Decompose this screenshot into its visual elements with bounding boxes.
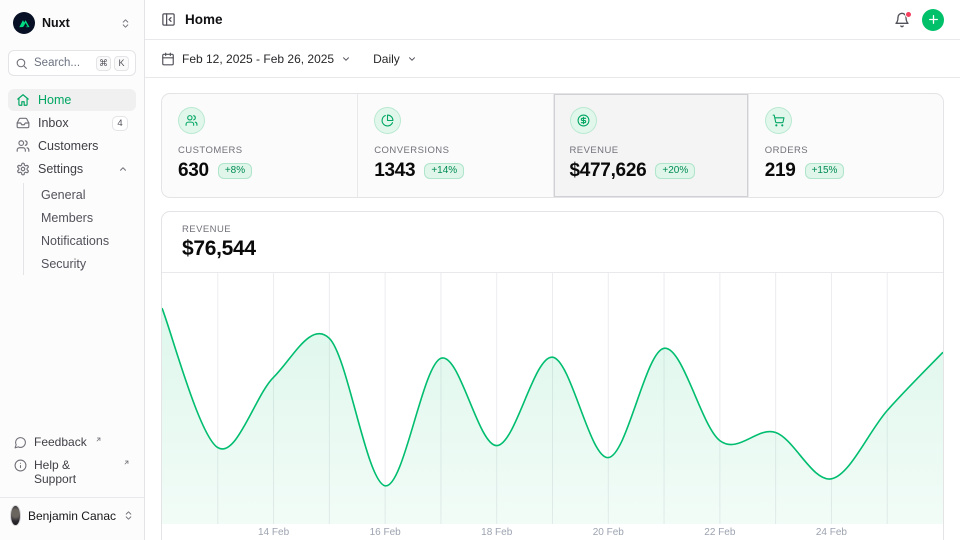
stat-label: CONVERSIONS xyxy=(374,145,536,156)
topbar-actions xyxy=(894,9,944,31)
stat-card-conversions[interactable]: CONVERSIONS 1343 +14% xyxy=(357,94,552,197)
stat-value: 1343 xyxy=(374,160,415,182)
stat-value: 219 xyxy=(765,160,796,182)
x-axis-label: 14 Feb xyxy=(258,527,289,538)
stat-value: $477,626 xyxy=(570,160,647,182)
workspace-name: Nuxt xyxy=(42,16,70,30)
stat-label: ORDERS xyxy=(765,145,927,156)
chevron-down-icon xyxy=(407,54,417,64)
x-axis-label: 22 Feb xyxy=(704,527,735,538)
stats-row: CUSTOMERS 630 +8% CONVERSIONS 1343 +14% xyxy=(161,93,944,198)
stat-delta-badge: +20% xyxy=(655,163,695,179)
chart-value: $76,544 xyxy=(182,237,923,261)
chevron-up-down-icon xyxy=(123,510,134,521)
sidebar-nav: Home Inbox 4 Customers Settings Ge xyxy=(8,89,136,275)
gear-icon xyxy=(16,162,30,176)
workspace-switcher[interactable]: Nuxt xyxy=(8,8,136,38)
search-input[interactable]: Search... ⌘ K xyxy=(8,50,136,76)
sidebar-item-security[interactable]: Security xyxy=(37,252,136,275)
collapse-sidebar-button[interactable] xyxy=(161,12,176,27)
stat-card-customers[interactable]: CUSTOMERS 630 +8% xyxy=(162,94,357,197)
dollar-circle-icon xyxy=(570,107,597,134)
kbd-meta: ⌘ xyxy=(96,56,111,71)
notifications-button[interactable] xyxy=(894,12,910,28)
date-range-value: Feb 12, 2025 - Feb 26, 2025 xyxy=(182,52,334,66)
chevron-down-icon xyxy=(341,54,351,64)
add-button[interactable] xyxy=(922,9,944,31)
info-circle-icon xyxy=(14,459,27,472)
kbd-k: K xyxy=(114,56,129,71)
external-link-icon xyxy=(95,436,102,443)
inbox-icon xyxy=(16,116,30,130)
search-placeholder: Search... xyxy=(34,57,90,69)
granularity-value: Daily xyxy=(373,52,400,66)
x-axis-label: 24 Feb xyxy=(816,527,847,538)
stat-label: REVENUE xyxy=(570,145,732,156)
inbox-count-badge: 4 xyxy=(112,116,128,131)
avatar xyxy=(10,505,21,526)
home-icon xyxy=(16,93,30,107)
shopping-cart-icon xyxy=(765,107,792,134)
sidebar-item-members[interactable]: Members xyxy=(37,206,136,229)
x-axis-label: 18 Feb xyxy=(481,527,512,538)
search-shortcut: ⌘ K xyxy=(96,56,129,71)
calendar-icon xyxy=(161,52,175,66)
stat-delta-badge: +8% xyxy=(218,163,252,179)
pie-chart-icon xyxy=(374,107,401,134)
sidebar-footer: Feedback Help & Support Benjamin Canac xyxy=(8,431,136,532)
external-link-icon xyxy=(123,459,130,466)
granularity-select[interactable]: Daily xyxy=(373,52,417,66)
sidebar-item-notifications[interactable]: Notifications xyxy=(37,229,136,252)
content: CUSTOMERS 630 +8% CONVERSIONS 1343 +14% xyxy=(145,78,960,540)
chevron-up-icon xyxy=(118,164,128,174)
help-support-label: Help & Support xyxy=(34,458,115,486)
feedback-link[interactable]: Feedback xyxy=(8,431,136,453)
notification-dot xyxy=(905,11,912,18)
sidebar-item-label: Inbox xyxy=(38,116,69,130)
stat-value: 630 xyxy=(178,160,209,182)
sidebar-item-label: Settings xyxy=(38,162,83,176)
message-bubble-icon xyxy=(14,436,27,449)
x-axis-label: 16 Feb xyxy=(370,527,401,538)
chart-label: REVENUE xyxy=(182,224,923,235)
plus-icon xyxy=(927,13,940,26)
sidebar-item-home[interactable]: Home xyxy=(8,89,136,111)
stat-delta-badge: +14% xyxy=(424,163,464,179)
user-section: Benjamin Canac xyxy=(0,497,144,528)
sidebar: Nuxt Search... ⌘ K Home Inbox 4 xyxy=(0,0,145,540)
user-menu[interactable]: Benjamin Canac xyxy=(10,505,134,526)
sidebar-item-customers[interactable]: Customers xyxy=(8,135,136,157)
settings-submenu: General Members Notifications Security xyxy=(23,183,136,275)
help-support-link[interactable]: Help & Support xyxy=(8,454,136,490)
area-chart-svg xyxy=(162,273,943,524)
x-axis-label: 20 Feb xyxy=(593,527,624,538)
main-area: Home Feb 12, 2025 - Feb 26, 2025 Daily xyxy=(145,0,960,540)
nuxt-logo-icon xyxy=(13,12,35,34)
stat-card-orders[interactable]: ORDERS 219 +15% xyxy=(748,94,943,197)
feedback-label: Feedback xyxy=(34,435,87,449)
date-range-picker[interactable]: Feb 12, 2025 - Feb 26, 2025 xyxy=(161,52,351,66)
sidebar-item-inbox[interactable]: Inbox 4 xyxy=(8,112,136,134)
stat-delta-badge: +15% xyxy=(805,163,845,179)
page-title: Home xyxy=(185,12,223,27)
sidebar-item-general[interactable]: General xyxy=(37,183,136,206)
revenue-chart-panel: REVENUE $76,544 14 Feb16 Feb18 Feb20 xyxy=(161,211,944,540)
user-name: Benjamin Canac xyxy=(28,509,116,523)
users-icon xyxy=(178,107,205,134)
filter-toolbar: Feb 12, 2025 - Feb 26, 2025 Daily xyxy=(145,40,960,78)
search-icon xyxy=(15,57,28,70)
chart-header: REVENUE $76,544 xyxy=(162,212,943,273)
sidebar-item-label: Customers xyxy=(38,139,98,153)
stat-card-revenue[interactable]: REVENUE $477,626 +20% xyxy=(553,94,748,197)
revenue-chart xyxy=(162,273,943,524)
sidebar-item-settings[interactable]: Settings xyxy=(8,158,136,180)
x-axis: 14 Feb 16 Feb 18 Feb 20 Feb 22 Feb 24 Feb xyxy=(162,524,943,540)
chevron-up-down-icon xyxy=(120,18,131,29)
stat-label: CUSTOMERS xyxy=(178,145,341,156)
sidebar-item-label: Home xyxy=(38,93,71,107)
users-icon xyxy=(16,139,30,153)
topbar: Home xyxy=(145,0,960,40)
